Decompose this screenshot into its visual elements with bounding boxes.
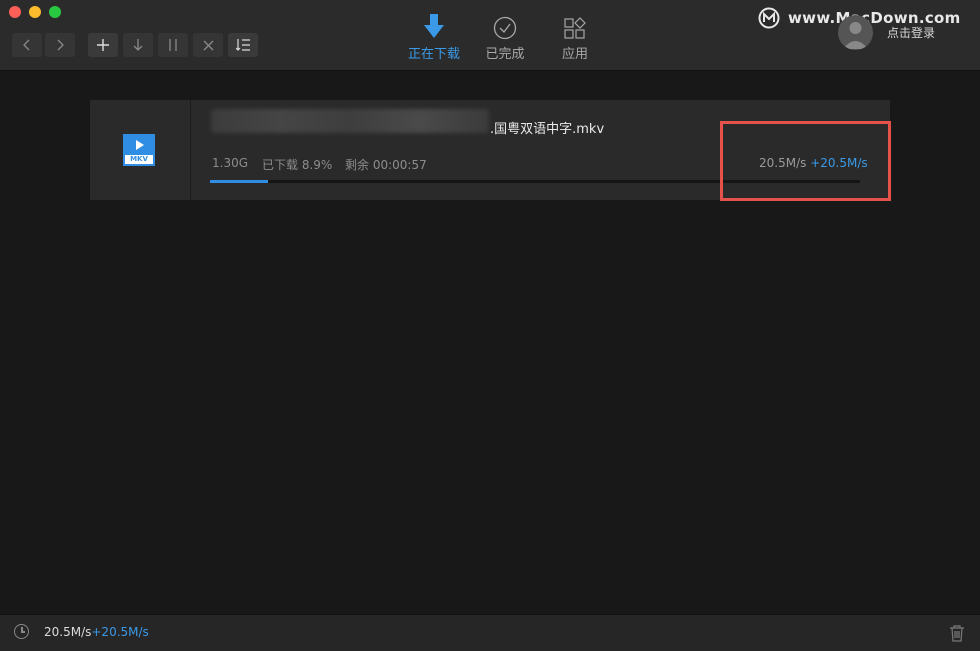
- arrow-down-icon: [133, 39, 143, 51]
- blurred-filename: [211, 109, 489, 133]
- minimize-window-button[interactable]: [29, 6, 41, 18]
- login-link[interactable]: 点击登录: [887, 24, 935, 41]
- tab-apps[interactable]: 应用: [540, 12, 610, 62]
- tab-completed[interactable]: 已完成: [470, 12, 540, 62]
- play-icon: [136, 140, 144, 150]
- total-speed: 20.5M/s+20.5M/s: [44, 625, 149, 639]
- progress-fill: [210, 180, 268, 183]
- download-arrow-icon: [424, 14, 444, 38]
- forward-button[interactable]: [45, 33, 75, 57]
- tab-label: 正在下载: [407, 47, 460, 62]
- clock-icon[interactable]: [14, 624, 29, 639]
- time-remaining: 剩余 00:00:57: [345, 158, 427, 172]
- tab-downloading[interactable]: 正在下载: [399, 12, 469, 62]
- pause-button[interactable]: [158, 33, 188, 57]
- status-bar: 20.5M/s+20.5M/s: [0, 614, 980, 651]
- mkv-file-icon: MKV: [123, 134, 155, 166]
- start-download-button[interactable]: [123, 33, 153, 57]
- annotation-highlight-box: [720, 121, 891, 201]
- avatar[interactable]: [838, 15, 873, 50]
- back-button[interactable]: [12, 33, 42, 57]
- user-silhouette-icon: [843, 22, 868, 49]
- macdown-logo-icon: [758, 7, 780, 29]
- chevron-right-icon: [57, 39, 64, 51]
- downloaded-percent: 已下载 8.9%: [262, 158, 333, 172]
- total-boost-speed-value: +20.5M/s: [91, 625, 149, 639]
- sort-list-button[interactable]: [228, 33, 258, 57]
- file-name: .国粤双语中字.mkv: [490, 122, 605, 137]
- file-icon-cell: MKV: [90, 100, 191, 200]
- app-window: 正在下载 已完成 应用 www.MacDown.com 点击登录 MKV .国粤…: [0, 0, 980, 651]
- pause-icon: [169, 39, 177, 51]
- trash-icon[interactable]: [949, 624, 965, 642]
- zoom-window-button[interactable]: [49, 6, 61, 18]
- add-task-button[interactable]: [88, 33, 118, 57]
- chevron-left-icon: [23, 39, 30, 51]
- tab-label: 应用: [561, 47, 588, 62]
- close-window-button[interactable]: [9, 6, 21, 18]
- checkmark-circle-icon: [493, 16, 517, 40]
- close-icon: [203, 40, 213, 50]
- delete-task-button[interactable]: [193, 33, 223, 57]
- toolbar: 正在下载 已完成 应用 www.MacDown.com 点击登录: [0, 0, 980, 71]
- apps-grid-icon: [564, 17, 586, 39]
- file-size: 1.30G: [212, 156, 249, 170]
- list-sort-icon: [236, 39, 250, 51]
- plus-icon: [97, 39, 109, 51]
- total-speed-value: 20.5M/s: [44, 625, 92, 639]
- tab-label: 已完成: [485, 47, 525, 62]
- file-type-label: MKV: [125, 155, 153, 164]
